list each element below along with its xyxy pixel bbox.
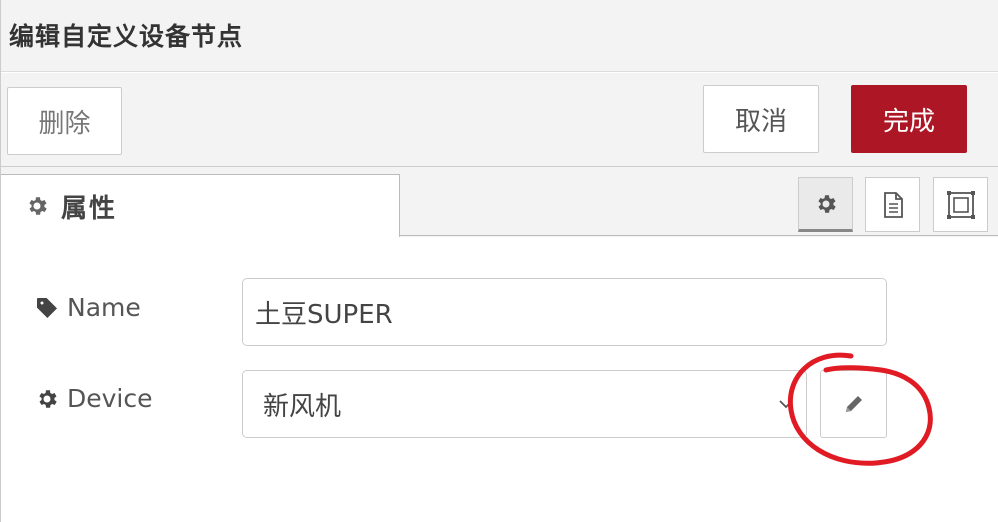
- delete-button[interactable]: 删除: [7, 87, 122, 155]
- tab-description-button[interactable]: [865, 177, 920, 232]
- tray-title: 编辑自定义设备节点: [9, 22, 244, 51]
- name-input[interactable]: [242, 278, 887, 346]
- frame-icon: [946, 190, 975, 219]
- cancel-button[interactable]: 取消: [703, 85, 819, 153]
- node-edit-tray: 编辑自定义设备节点 删除 取消 完成 属性 Name 土豆SUPER Devic…: [0, 0, 998, 522]
- edit-device-button[interactable]: [820, 370, 887, 438]
- chevron-down-icon: [779, 400, 793, 409]
- document-icon: [883, 191, 903, 218]
- name-label-text: Name: [67, 293, 141, 322]
- gear-icon: [39, 389, 57, 408]
- tray-toolbar: 删除 取消 完成: [1, 73, 998, 167]
- tab-settings-button[interactable]: [798, 177, 853, 232]
- device-label: Device: [35, 384, 153, 413]
- gear-icon: [817, 194, 836, 213]
- tab-appearance-button[interactable]: [933, 177, 988, 232]
- name-label: Name: [35, 293, 141, 322]
- gear-icon: [29, 197, 47, 215]
- tag-icon: [37, 297, 57, 318]
- done-button[interactable]: 完成: [851, 85, 967, 153]
- name-row: Name: [1, 278, 998, 346]
- tray-header: 编辑自定义设备节点: [1, 0, 998, 72]
- pencil-icon: [845, 396, 862, 412]
- tab-properties[interactable]: 属性: [1, 174, 400, 237]
- device-label-text: Device: [67, 384, 153, 413]
- device-row: Device 新风机: [1, 370, 998, 438]
- device-select[interactable]: 新风机: [242, 370, 807, 438]
- tab-properties-label: 属性: [61, 193, 118, 224]
- device-selected-value: 新风机: [263, 391, 342, 422]
